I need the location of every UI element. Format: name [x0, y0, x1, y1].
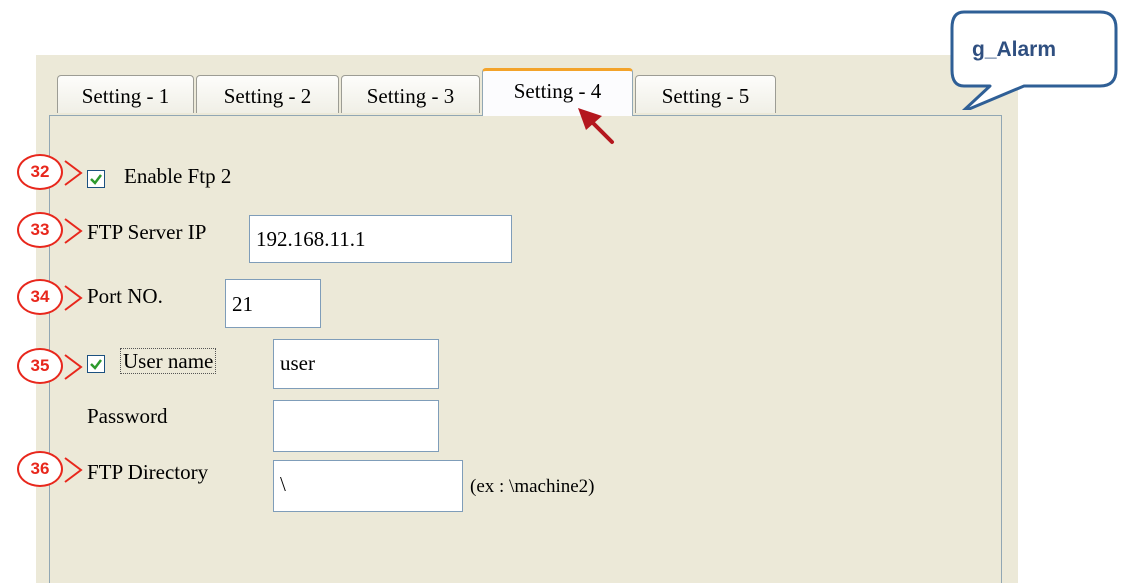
annotation-number: 32	[17, 154, 63, 190]
tab-setting-2[interactable]: Setting - 2	[196, 75, 339, 113]
username-label[interactable]: User name	[120, 348, 217, 374]
port-label: Port NO.	[87, 284, 163, 308]
enable-ftp-checkbox[interactable]	[87, 170, 105, 188]
directory-hint: (ex : \machine2)	[470, 476, 595, 497]
password-label: Password	[87, 404, 168, 428]
server-ip-label: FTP Server IP	[87, 220, 207, 244]
annotation-number: 36	[17, 451, 63, 487]
pointer-arrow-icon	[578, 108, 614, 144]
directory-input[interactable]: \	[273, 460, 463, 512]
directory-label: FTP Directory	[87, 460, 209, 484]
enable-ftp-label[interactable]: Enable Ftp 2	[124, 164, 231, 189]
annotation-chevron-icon	[64, 160, 83, 186]
username-input[interactable]: user	[273, 339, 439, 389]
checkmark-icon	[90, 174, 102, 185]
checkmark-icon	[90, 359, 102, 370]
server-ip-input[interactable]: 192.168.11.1	[249, 215, 512, 263]
tab-setting-3[interactable]: Setting - 3	[341, 75, 480, 113]
tab-setting-1[interactable]: Setting - 1	[57, 75, 194, 113]
tab-setting-5[interactable]: Setting - 5	[635, 75, 776, 113]
annotation-number: 34	[17, 279, 63, 315]
annotation-number: 33	[17, 212, 63, 248]
annotation-number: 35	[17, 348, 63, 384]
annotation-chevron-icon	[64, 218, 83, 244]
annotation-chevron-icon	[64, 354, 83, 380]
callout-label: g_Alarm	[972, 38, 1057, 61]
password-input[interactable]	[273, 400, 439, 452]
annotation-chevron-icon	[64, 457, 83, 483]
username-checkbox[interactable]	[87, 355, 105, 373]
annotation-chevron-icon	[64, 285, 83, 311]
port-input[interactable]: 21	[225, 279, 321, 328]
